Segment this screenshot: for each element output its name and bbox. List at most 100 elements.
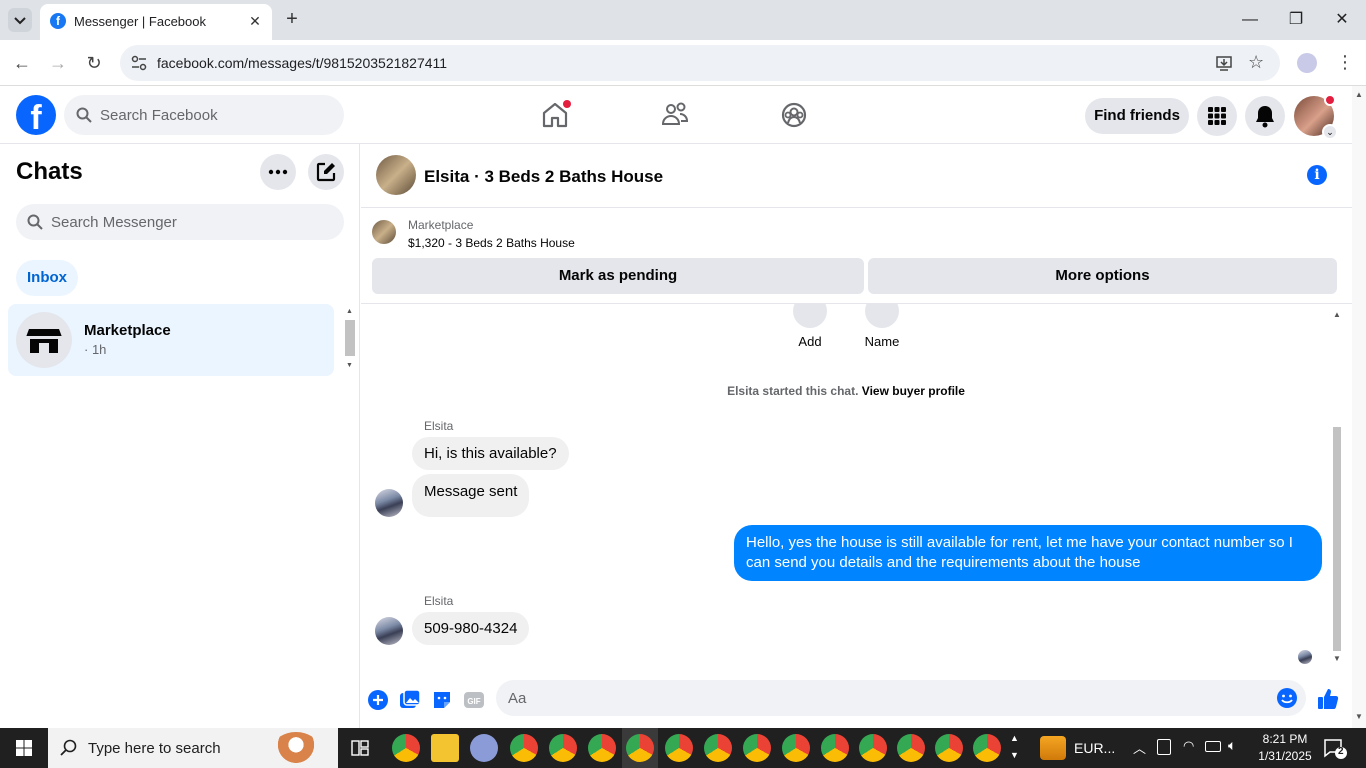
battery-icon[interactable] (1205, 741, 1221, 752)
friends-icon[interactable] (658, 98, 692, 132)
new-tab-button[interactable]: + (280, 8, 304, 32)
address-bar[interactable]: facebook.com/messages/t/9815203521827411… (120, 45, 1280, 81)
chat-start-note: Elsita started this chat. View buyer pro… (361, 384, 1331, 398)
paint-app-icon[interactable] (470, 734, 498, 762)
page-scrollbar[interactable]: ▲ ▼ (1352, 86, 1366, 728)
name-quick-action[interactable]: Name (852, 304, 912, 349)
message-input-box[interactable] (496, 680, 1306, 716)
message-input[interactable] (508, 680, 1248, 716)
browser-tab[interactable]: f Messenger | Facebook ✕ (40, 4, 272, 40)
listing-price-title[interactable]: $1,320 - 3 Beds 2 Baths House (408, 236, 575, 250)
plus-circle-icon[interactable] (367, 689, 389, 711)
chrome-profile-icon[interactable] (704, 734, 732, 762)
sticker-icon[interactable] (431, 689, 453, 711)
currency-widget-label[interactable]: EUR... (1074, 740, 1115, 756)
facebook-search[interactable] (64, 95, 344, 135)
chrome-profile-icon[interactable] (859, 734, 887, 762)
more-options-button[interactable]: More options (868, 258, 1337, 294)
gif-icon[interactable]: GIF (463, 689, 485, 711)
currency-widget-icon[interactable] (1040, 736, 1066, 760)
forward-icon[interactable]: → (44, 49, 72, 77)
view-buyer-profile-link[interactable]: View buyer profile (862, 384, 965, 398)
search-icon (60, 739, 77, 756)
browser-menu-icon[interactable]: ⋮ (1336, 52, 1354, 73)
message-bubble[interactable]: Message sent (412, 474, 530, 517)
minimize-icon[interactable]: — (1230, 6, 1270, 34)
conversation-title[interactable]: Elsita · 3 Beds 2 Baths House (424, 167, 663, 187)
bookmark-star-icon[interactable]: ☆ (1248, 52, 1264, 73)
new-message-button[interactable] (308, 154, 344, 190)
chrome-profile-icon[interactable] (588, 734, 616, 762)
chrome-profile-icon[interactable] (665, 734, 693, 762)
system-note-text: Elsita started this chat. (727, 384, 859, 398)
outgoing-message-bubble[interactable]: Hello, yes the house is still available … (734, 525, 1322, 581)
facebook-logo-icon[interactable]: f (16, 95, 56, 135)
chat-list-scrollbar[interactable]: ▲ ▼ (343, 304, 357, 376)
storefront-icon (26, 329, 62, 353)
add-quick-action[interactable]: Add (780, 304, 840, 349)
groups-icon[interactable] (777, 98, 811, 132)
close-tab-icon[interactable]: ✕ (246, 12, 264, 30)
browser-profile-icon[interactable] (1297, 53, 1317, 73)
chat-list-item[interactable]: Marketplace · 1h (8, 304, 334, 376)
thread-scrollbar[interactable]: ▲ ▼ (1330, 304, 1344, 664)
volume-icon[interactable]: 🔈︎ (1228, 737, 1236, 754)
find-friends-button[interactable]: Find friends (1085, 98, 1189, 134)
chrome-profile-icon[interactable] (782, 734, 810, 762)
close-window-icon[interactable]: ✕ (1322, 6, 1362, 34)
taskbar-search[interactable]: Type here to search (48, 728, 338, 768)
emoji-icon[interactable] (1276, 687, 1298, 709)
tab-list-button[interactable] (8, 8, 32, 32)
show-hidden-icons-icon[interactable]: ︿ (1133, 738, 1146, 757)
thumbs-up-icon[interactable] (1316, 687, 1340, 711)
chrome-profile-icon[interactable] (626, 734, 654, 762)
taskbar-overflow-arrows[interactable]: ▲ ▼ (1010, 730, 1019, 764)
taskbar-clock[interactable]: 8:21 PM 1/31/2025 (1248, 731, 1322, 765)
conversation-avatar[interactable] (376, 155, 416, 195)
restore-icon[interactable]: ❐ (1276, 6, 1316, 34)
reload-icon[interactable]: ↻ (80, 49, 108, 77)
info-icon[interactable]: i (1307, 165, 1327, 185)
messenger-search-input[interactable] (51, 204, 331, 240)
tab-inbox[interactable]: Inbox (16, 260, 78, 296)
bell-icon (1256, 106, 1274, 128)
windows-logo-icon (16, 740, 32, 756)
message-bubble[interactable]: 509-980-4324 (412, 612, 530, 645)
menu-grid-button[interactable] (1197, 96, 1237, 136)
action-center-icon (1324, 739, 1347, 759)
sender-avatar[interactable] (375, 617, 403, 645)
meet-now-icon[interactable] (1157, 739, 1171, 755)
install-app-icon[interactable] (1215, 54, 1233, 72)
task-view-icon[interactable] (350, 738, 370, 758)
chevron-down-icon (14, 17, 26, 25)
file-explorer-icon[interactable] (431, 734, 459, 762)
compose-icon (316, 162, 336, 182)
photo-icon[interactable] (399, 689, 421, 711)
chrome-profile-icon[interactable] (549, 734, 577, 762)
message-bubble[interactable]: Hi, is this available? (412, 437, 569, 470)
back-icon[interactable]: ← (8, 49, 36, 77)
listing-thumbnail[interactable] (372, 220, 396, 244)
site-info-icon[interactable] (130, 54, 148, 72)
browser-toolbar: ← → ↻ facebook.com/messages/t/9815203521… (0, 40, 1366, 86)
messenger-search[interactable] (16, 204, 344, 240)
account-avatar[interactable]: ⌄ (1294, 94, 1338, 140)
notification-center-icon[interactable]: 2 (1322, 736, 1348, 760)
home-icon[interactable] (538, 98, 572, 132)
options-button[interactable] (260, 154, 296, 190)
chrome-profile-icon[interactable] (935, 734, 963, 762)
mark-as-pending-button[interactable]: Mark as pending (372, 258, 864, 294)
chrome-profile-icon[interactable] (743, 734, 771, 762)
marketplace-listing-bar: Marketplace $1,320 - 3 Beds 2 Baths Hous… (361, 208, 1352, 304)
chrome-profile-icon[interactable] (510, 734, 538, 762)
chrome-profile-icon[interactable] (897, 734, 925, 762)
start-button[interactable] (0, 728, 48, 768)
notifications-button[interactable] (1245, 96, 1285, 136)
sender-avatar[interactable] (375, 489, 403, 517)
chrome-profile-icon[interactable] (821, 734, 849, 762)
chrome-app-icon[interactable] (392, 734, 420, 762)
facebook-search-input[interactable] (100, 95, 330, 135)
chrome-profile-icon[interactable] (973, 734, 1001, 762)
search-icon (76, 107, 92, 123)
network-icon[interactable]: ◠ (1183, 738, 1194, 754)
